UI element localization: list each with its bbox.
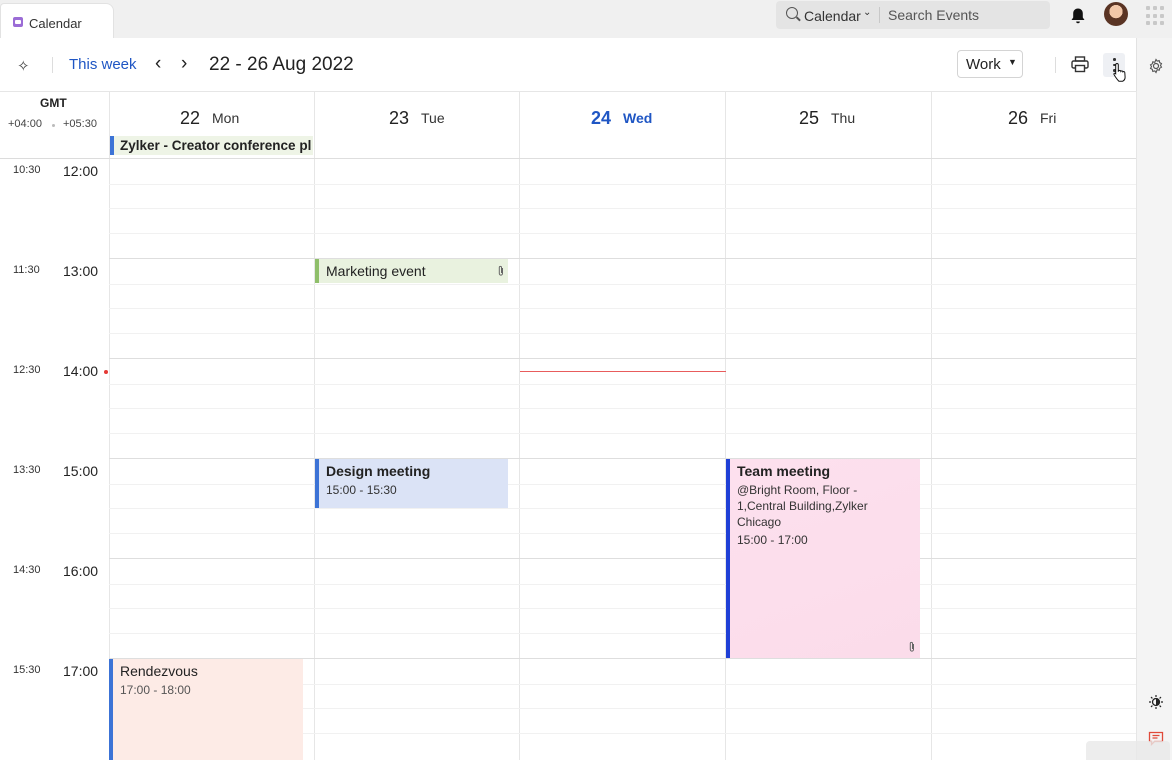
chevron-left-icon[interactable]: ‹ bbox=[155, 53, 161, 75]
half-hour-line bbox=[109, 408, 1136, 409]
day-number: 22 bbox=[180, 108, 201, 128]
hour-line bbox=[109, 558, 1136, 559]
timezone-secondary[interactable]: +05:30 bbox=[63, 118, 97, 130]
theme-icon[interactable] bbox=[1148, 694, 1164, 710]
right-rail bbox=[1136, 38, 1172, 760]
half-hour-line bbox=[109, 608, 1136, 609]
timezone-primary[interactable]: +04:00 bbox=[8, 118, 42, 130]
day-column-divider bbox=[314, 91, 315, 760]
half-hour-line bbox=[109, 508, 1136, 509]
toolbar-divider bbox=[52, 57, 53, 73]
event-time: 17:00 - 18:00 bbox=[120, 683, 191, 697]
search-divider bbox=[879, 7, 880, 23]
search-scope-select[interactable]: Calendar bbox=[804, 8, 861, 24]
hour-line bbox=[109, 258, 1136, 259]
event-time: 15:00 - 17:00 bbox=[737, 533, 808, 547]
day-column-divider bbox=[725, 91, 726, 760]
media-controls bbox=[1086, 741, 1170, 760]
avatar[interactable] bbox=[1104, 2, 1128, 26]
event-marketing[interactable]: Marketing event bbox=[315, 259, 508, 283]
event-design-meeting[interactable]: Design meeting 15:00 - 15:30 bbox=[315, 459, 508, 508]
toolbar-divider bbox=[1055, 57, 1056, 73]
half-hour-line bbox=[109, 208, 1136, 209]
day-name: Thu bbox=[831, 110, 856, 126]
day-number: 23 bbox=[389, 108, 410, 128]
app-tab-title: Calendar bbox=[29, 16, 82, 31]
search-input[interactable] bbox=[888, 6, 1038, 24]
search-icon[interactable] bbox=[786, 7, 798, 19]
time-label-primary: 16:00 bbox=[63, 563, 99, 579]
chevron-right-icon[interactable]: › bbox=[181, 53, 187, 75]
apps-grid-icon[interactable] bbox=[1146, 6, 1166, 26]
event-rendezvous[interactable]: Rendezvous 17:00 - 18:00 bbox=[109, 659, 303, 760]
time-label-primary: 15:00 bbox=[63, 463, 99, 479]
event-location-line: Chicago bbox=[737, 515, 782, 529]
time-label-primary: 14:00 bbox=[63, 363, 99, 379]
day-name: Wed bbox=[623, 110, 653, 126]
quarter-line bbox=[109, 584, 1136, 585]
hour-line bbox=[109, 358, 1136, 359]
half-hour-line bbox=[109, 308, 1136, 309]
time-label-secondary: 12:30 bbox=[13, 364, 41, 376]
bell-icon[interactable] bbox=[1070, 7, 1086, 25]
settings-icon[interactable] bbox=[1148, 58, 1164, 74]
quarter-line bbox=[109, 184, 1136, 185]
time-label-primary: 12:00 bbox=[63, 163, 99, 179]
timezone-separator bbox=[52, 124, 55, 127]
quarter-line bbox=[109, 533, 1136, 534]
hour-line bbox=[109, 158, 1136, 159]
current-time-dot bbox=[104, 370, 108, 374]
attachment-icon bbox=[498, 265, 503, 276]
quarter-line bbox=[109, 233, 1136, 234]
app-tab[interactable]: Calendar bbox=[0, 3, 114, 40]
day-number: 25 bbox=[799, 108, 820, 128]
current-time-line bbox=[520, 371, 726, 372]
hand-cursor-icon bbox=[1113, 62, 1126, 82]
day-column-divider bbox=[931, 91, 932, 760]
event-location-line: @Bright Room, Floor - bbox=[737, 483, 858, 497]
all-day-event[interactable]: Zylker - Creator conference pl bbox=[110, 136, 313, 155]
print-icon[interactable] bbox=[1071, 56, 1089, 73]
event-title: Marketing event bbox=[326, 263, 426, 279]
day-name: Fri bbox=[1040, 110, 1057, 126]
quarter-line bbox=[109, 333, 1136, 334]
day-column-divider bbox=[519, 91, 520, 760]
quarter-line bbox=[109, 484, 1136, 485]
quarter-line bbox=[109, 433, 1136, 434]
event-title: Team meeting bbox=[737, 463, 831, 479]
hour-line bbox=[109, 458, 1136, 459]
event-location-line: 1,Central Building,Zylker bbox=[737, 499, 868, 513]
day-name: Tue bbox=[421, 110, 445, 126]
time-label-primary: 13:00 bbox=[63, 263, 99, 279]
event-title: Design meeting bbox=[326, 463, 431, 479]
all-day-event-title: Zylker - Creator conference pl bbox=[120, 138, 312, 153]
view-select[interactable]: Work ▼ bbox=[957, 50, 1023, 78]
time-label-secondary: 14:30 bbox=[13, 564, 41, 576]
quarter-line bbox=[109, 384, 1136, 385]
day-number: 24 bbox=[591, 108, 612, 128]
event-team-meeting[interactable]: Team meeting @Bright Room, Floor - 1,Cen… bbox=[726, 459, 920, 658]
time-label-secondary: 11:30 bbox=[13, 264, 40, 276]
search-bar: Calendar ⌄ bbox=[776, 1, 1050, 29]
time-label-secondary: 10:30 bbox=[13, 164, 41, 176]
date-range: 22 - 26 Aug 2022 bbox=[209, 54, 354, 75]
day-number: 26 bbox=[1008, 108, 1029, 128]
chevron-down-icon: ▼ bbox=[1008, 57, 1017, 67]
quarter-line bbox=[109, 284, 1136, 285]
day-column-divider bbox=[1136, 91, 1137, 760]
chevron-down-icon[interactable]: ⌄ bbox=[863, 7, 871, 18]
event-title: Rendezvous bbox=[120, 663, 198, 679]
calendar-app-icon bbox=[13, 17, 23, 27]
timezone-label: GMT bbox=[40, 96, 67, 110]
time-label-primary: 17:00 bbox=[63, 663, 99, 679]
this-week-button[interactable]: This week bbox=[69, 56, 137, 73]
attachment-icon bbox=[909, 641, 914, 652]
time-label-secondary: 13:30 bbox=[13, 464, 41, 476]
day-name: Mon bbox=[212, 110, 240, 126]
time-label-secondary: 15:30 bbox=[13, 664, 41, 676]
view-select-label: Work bbox=[966, 56, 1001, 73]
quarter-line bbox=[109, 633, 1136, 634]
add-event-icon[interactable]: ✧ bbox=[17, 57, 30, 75]
event-time: 15:00 - 15:30 bbox=[326, 483, 397, 497]
